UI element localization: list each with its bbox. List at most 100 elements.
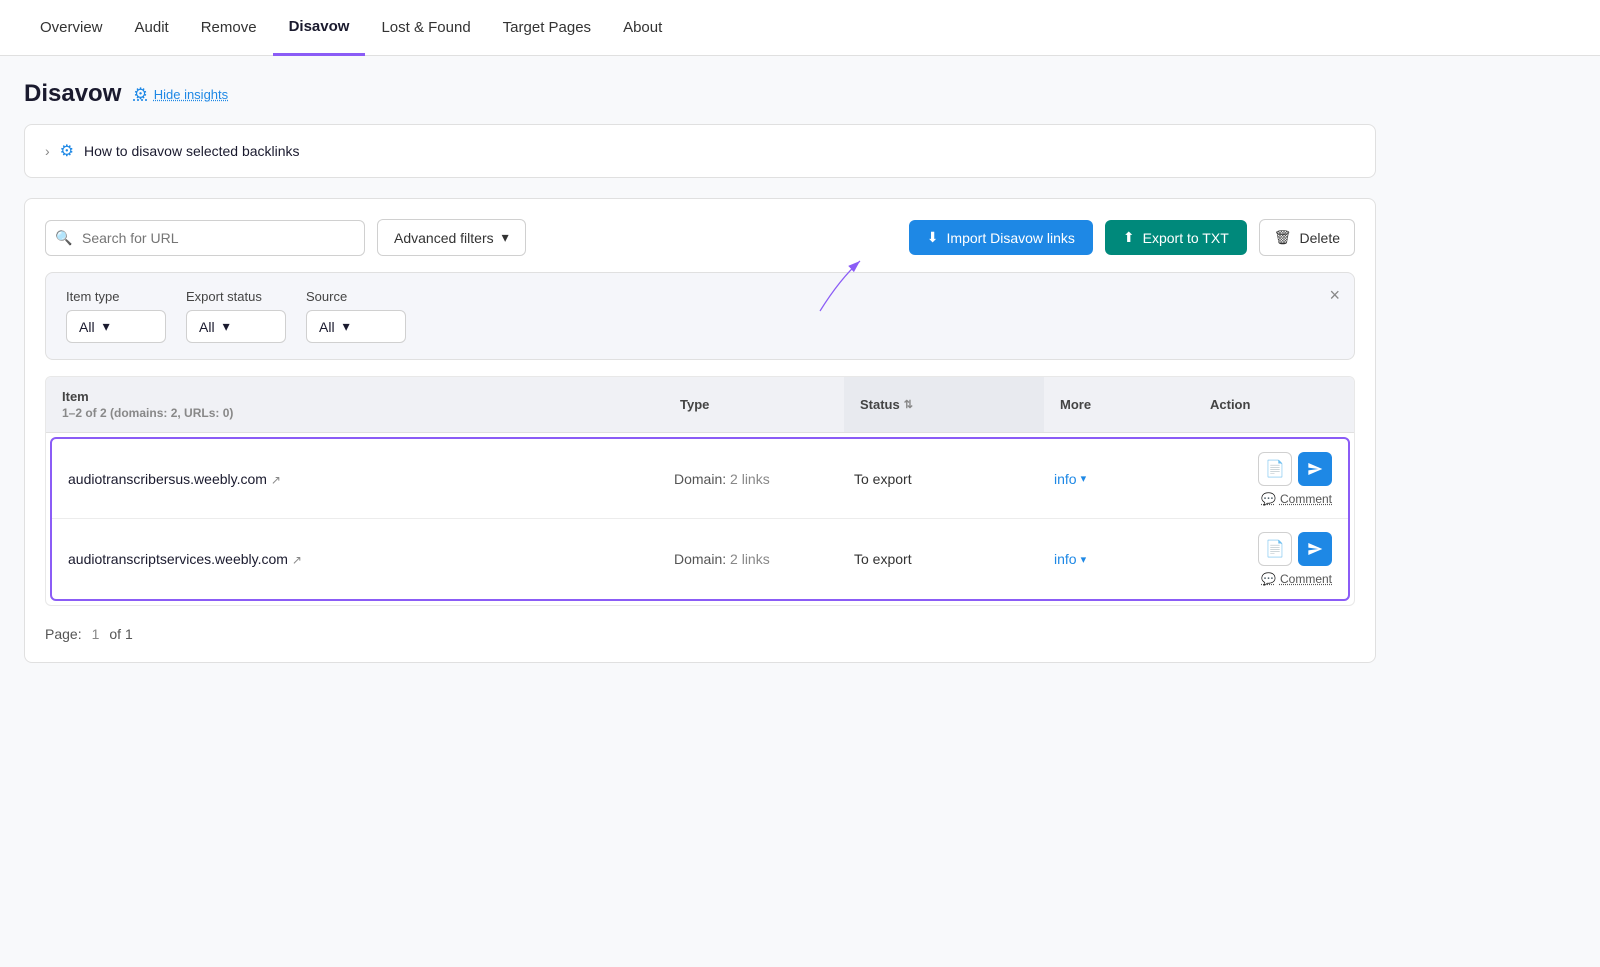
item-count: 1–2 of 2 (domains: 2, URLs: 0) (62, 406, 233, 420)
td-item-2: audiotranscriptservices.weebly.com ↗ (52, 539, 658, 579)
advanced-filters-button[interactable]: Advanced filters ▾ (377, 219, 526, 256)
filters-close-button[interactable]: × (1329, 285, 1340, 306)
th-item: Item 1–2 of 2 (domains: 2, URLs: 0) (46, 377, 664, 432)
export-label: Export to TXT (1143, 230, 1229, 246)
td-more-1: info ▾ (1038, 459, 1188, 499)
download-icon: ⬇ (927, 229, 939, 246)
top-navigation: Overview Audit Remove Disavow Lost & Fou… (0, 0, 1600, 56)
th-action: Action (1194, 377, 1354, 432)
page-label: Page: (45, 626, 82, 642)
item-type-value: All (79, 319, 95, 335)
export-status-value: All (199, 319, 215, 335)
external-link-icon[interactable]: ↗ (292, 553, 302, 567)
item-type-select[interactable]: All ▾ (66, 310, 166, 343)
item-type-label: Item type (66, 289, 166, 304)
of-label: of 1 (109, 626, 132, 642)
send-button-2[interactable] (1298, 532, 1332, 566)
info-gear-icon: ⚙ (60, 141, 74, 161)
td-action-2: 📄 💬 Comment (1188, 524, 1348, 594)
nav-about[interactable]: About (607, 0, 678, 56)
chevron-down-icon: ▾ (343, 318, 350, 335)
main-card: 🔍 Advanced filters ▾ ⬇ Import Disavow li… (24, 198, 1376, 663)
page-title-row: Disavow ⚙ Hide insights (24, 80, 1376, 108)
comment-button-2[interactable]: 💬 Comment (1261, 572, 1332, 586)
th-item-label: Item (62, 389, 233, 404)
export-to-txt-button[interactable]: ⬆ Export to TXT (1105, 220, 1247, 255)
chevron-down-icon: ▾ (1081, 553, 1087, 566)
search-input[interactable] (45, 220, 365, 256)
delete-label: Delete (1300, 230, 1340, 246)
current-page: 1 (92, 626, 100, 642)
delete-button[interactable]: 🗑 Delete (1259, 219, 1355, 256)
comment-icon: 💬 (1261, 572, 1276, 586)
info-dropdown-2[interactable]: info ▾ (1054, 551, 1172, 567)
hide-insights-button[interactable]: ⚙ Hide insights (133, 84, 228, 104)
sort-icon: ⇅ (904, 398, 913, 411)
pagination-row: Page: 1 of 1 (45, 626, 1355, 642)
source-select[interactable]: All ▾ (306, 310, 406, 343)
td-item-1: audiotranscribersus.weebly.com ↗ (52, 459, 658, 499)
filter-group: Item type All ▾ Export status All ▾ Sour… (66, 289, 1334, 343)
external-link-icon[interactable]: ↗ (271, 473, 281, 487)
type-count-1: 2 links (730, 471, 770, 487)
highlighted-rows: audiotranscribersus.weebly.com ↗ Domain:… (50, 437, 1350, 601)
type-prefix-2: Domain: (674, 551, 726, 567)
page-title: Disavow (24, 80, 121, 108)
filter-item-type: Item type All ▾ (66, 289, 166, 343)
import-label: Import Disavow links (947, 230, 1075, 246)
td-more-2: info ▾ (1038, 539, 1188, 579)
td-status-2: To export (838, 539, 1038, 579)
source-value: All (319, 319, 335, 335)
action-row-1: 📄 (1258, 452, 1332, 486)
export-status-select[interactable]: All ▾ (186, 310, 286, 343)
info-box-text: How to disavow selected backlinks (84, 143, 300, 159)
comment-icon: 💬 (1261, 492, 1276, 506)
table-row: audiotranscribersus.weebly.com ↗ Domain:… (52, 439, 1348, 519)
action-row-2: 📄 (1258, 532, 1332, 566)
import-disavow-button[interactable]: ⬇ Import Disavow links (909, 220, 1093, 255)
info-dropdown-1[interactable]: info ▾ (1054, 471, 1172, 487)
gear-icon: ⚙ (133, 84, 147, 104)
filter-source: Source All ▾ (306, 289, 406, 343)
page-content: Disavow ⚙ Hide insights › ⚙ How to disav… (0, 56, 1400, 687)
type-prefix-1: Domain: (674, 471, 726, 487)
source-label: Source (306, 289, 406, 304)
send-icon (1307, 541, 1323, 557)
file-button-1[interactable]: 📄 (1258, 452, 1292, 486)
comment-button-1[interactable]: 💬 Comment (1261, 492, 1332, 506)
export-status-label: Export status (186, 289, 286, 304)
nav-audit[interactable]: Audit (119, 0, 185, 56)
send-button-1[interactable] (1298, 452, 1332, 486)
th-status[interactable]: Status ⇅ (844, 377, 1044, 432)
td-type-2: Domain: 2 links (658, 539, 838, 579)
status-value-2: To export (854, 551, 912, 567)
nav-remove[interactable]: Remove (185, 0, 273, 56)
info-label-2: info (1054, 551, 1077, 567)
nav-lost-found[interactable]: Lost & Found (365, 0, 486, 56)
chevron-down-icon: ▾ (1081, 472, 1087, 485)
status-value-1: To export (854, 471, 912, 487)
send-icon (1307, 461, 1323, 477)
filter-export-status: Export status All ▾ (186, 289, 286, 343)
item-url-1: audiotranscribersus.weebly.com (68, 471, 267, 487)
search-input-wrap: 🔍 (45, 220, 365, 256)
comment-label-2: Comment (1280, 572, 1332, 586)
chevron-down-icon: ▾ (223, 318, 230, 335)
chevron-down-icon: ▾ (103, 318, 110, 335)
nav-overview[interactable]: Overview (24, 0, 119, 56)
advanced-filters-label: Advanced filters (394, 230, 494, 246)
table-row: audiotranscriptservices.weebly.com ↗ Dom… (52, 519, 1348, 599)
nav-disavow[interactable]: Disavow (273, 0, 366, 56)
upload-icon: ⬆ (1123, 229, 1135, 246)
search-icon: 🔍 (55, 229, 72, 246)
chevron-down-icon: ▾ (502, 229, 509, 246)
comment-label-1: Comment (1280, 492, 1332, 506)
file-button-2[interactable]: 📄 (1258, 532, 1292, 566)
trash-icon: 🗑 (1274, 229, 1292, 246)
th-more: More (1044, 377, 1194, 432)
table-container: Item 1–2 of 2 (domains: 2, URLs: 0) Type… (45, 376, 1355, 606)
info-box[interactable]: › ⚙ How to disavow selected backlinks (24, 124, 1376, 178)
nav-target-pages[interactable]: Target Pages (487, 0, 607, 56)
type-count-2: 2 links (730, 551, 770, 567)
hide-insights-label: Hide insights (154, 87, 228, 102)
